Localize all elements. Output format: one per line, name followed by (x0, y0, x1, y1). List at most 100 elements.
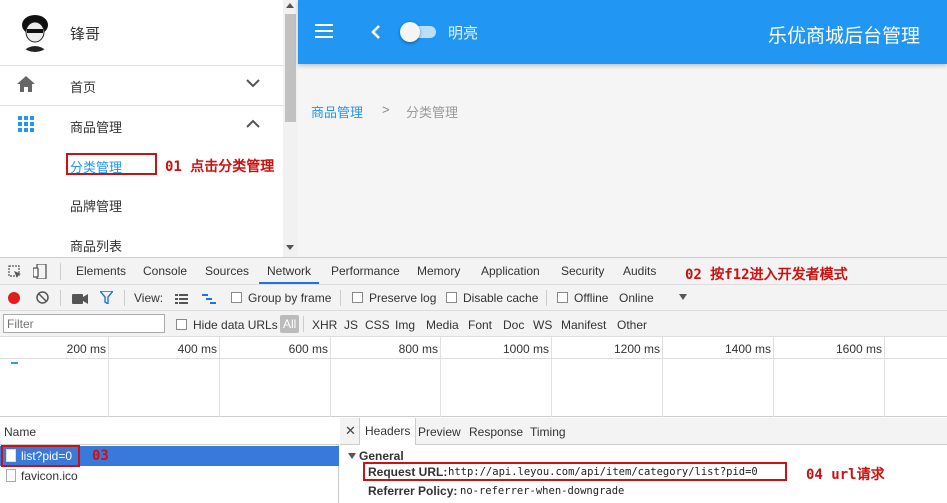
section-general[interactable]: General (359, 449, 404, 463)
breadcrumb-parent[interactable]: 商品管理 (311, 102, 363, 121)
referrer-policy-value: no-referrer-when-downgrade (460, 485, 625, 497)
filter-css[interactable]: CSS (365, 313, 390, 337)
tab-headers-label: Headers (365, 424, 411, 438)
close-icon[interactable]: ✕ (345, 423, 356, 439)
gridline (884, 337, 885, 417)
group-by-frame-label: Group by frame (248, 291, 332, 305)
gridline (773, 337, 774, 417)
gridline (662, 337, 663, 417)
dropdown-arrow-icon[interactable] (679, 294, 687, 300)
clear-icon[interactable] (36, 291, 49, 307)
request-row[interactable]: favicon.ico (0, 466, 339, 486)
tab-network[interactable]: Network (267, 258, 311, 284)
timeline-tick: 1600 ms (835, 342, 882, 356)
chevron-up-icon (246, 118, 260, 132)
tab-preview[interactable]: Preview (418, 419, 461, 445)
chevron-down-icon (246, 77, 260, 91)
filter-js[interactable]: JS (344, 313, 358, 337)
filter-other[interactable]: Other (617, 313, 647, 337)
filter-manifest[interactable]: Manifest (561, 313, 606, 337)
annotation-2: 02 按f12进入开发者模式 (685, 267, 848, 283)
tab-security[interactable]: Security (561, 258, 604, 284)
divider (340, 290, 341, 306)
divider (60, 263, 61, 280)
filter-icon[interactable] (98, 290, 115, 307)
divider (546, 290, 547, 306)
sidebar-item-home[interactable]: 首页 (0, 66, 283, 104)
active-tab-indicator (259, 282, 319, 284)
request-name: favicon.ico (21, 469, 78, 483)
tab-application[interactable]: Application (481, 258, 540, 284)
menu-icon[interactable] (315, 24, 333, 41)
collapse-triangle-icon[interactable] (348, 453, 356, 459)
filter-doc[interactable]: Doc (503, 313, 524, 337)
avatar (16, 12, 54, 52)
timeline-overview[interactable]: 200 ms 400 ms 600 ms 800 ms 1000 ms 1200… (0, 337, 947, 417)
tab-sources[interactable]: Sources (205, 258, 249, 284)
chevron-left-icon[interactable] (371, 25, 381, 42)
tab-elements[interactable]: Elements (76, 258, 126, 284)
annotation-1: 01 点击分类管理 (165, 159, 275, 175)
filter-all-button[interactable]: All (280, 315, 300, 333)
scroll-up-arrow-icon[interactable] (286, 3, 294, 8)
hide-data-urls-checkbox[interactable] (176, 319, 187, 330)
timeline-tick: 200 ms (66, 342, 106, 356)
column-name-header[interactable]: Name (4, 425, 36, 439)
request-detail: ✕ Headers Preview Response Timing Genera… (340, 418, 947, 503)
throttling-select[interactable]: Online (619, 291, 654, 305)
offline-checkbox[interactable] (557, 292, 568, 303)
tab-performance[interactable]: Performance (331, 258, 400, 284)
scrollbar-thumb[interactable] (285, 14, 296, 122)
sidebar: 锋哥 首页 商品管理 分类管理 01 点击分类管理 品牌管理 商品列表 (0, 0, 283, 257)
inspect-element-icon[interactable] (8, 265, 22, 282)
request-list: Name list?pid=0 03 favicon.ico (0, 418, 339, 503)
filter-ws[interactable]: WS (533, 313, 552, 337)
timeline-tick: 1200 ms (613, 342, 660, 356)
app-title: 乐优商城后台管理 (768, 26, 921, 47)
sidebar-item-products[interactable]: 商品管理 (0, 106, 283, 144)
tab-response[interactable]: Response (469, 419, 523, 445)
grid-apps-icon (18, 116, 34, 135)
devtools-panel: Elements Console Sources Network Perform… (0, 257, 947, 503)
sidebar-subitem-brand[interactable]: 品牌管理 (70, 196, 122, 215)
timeline-tick: 400 ms (177, 342, 217, 356)
request-bar (11, 362, 18, 364)
request-url-label: Request URL: (368, 465, 448, 479)
group-by-frame-checkbox[interactable] (231, 292, 242, 303)
scroll-down-arrow-icon[interactable] (286, 245, 294, 250)
file-icon (6, 469, 16, 482)
sidebar-item-label: 商品管理 (70, 120, 123, 135)
theme-label: 明亮 (448, 25, 479, 42)
tab-audits[interactable]: Audits (623, 258, 656, 284)
gridline (219, 337, 220, 417)
preserve-log-checkbox[interactable] (352, 292, 363, 303)
disable-cache-label: Disable cache (463, 291, 539, 305)
tab-memory[interactable]: Memory (417, 258, 460, 284)
filter-font[interactable]: Font (468, 313, 492, 337)
divider (124, 290, 125, 306)
home-icon (17, 76, 35, 95)
tab-headers[interactable]: Headers (359, 418, 417, 445)
device-toolbar-icon[interactable] (32, 263, 49, 282)
list-view-icon[interactable] (175, 293, 188, 307)
tab-timing[interactable]: Timing (530, 419, 566, 445)
request-list-header: Name (0, 418, 339, 445)
filter-input[interactable] (3, 314, 165, 333)
devtools-tabbar: Elements Console Sources Network Perform… (0, 258, 947, 285)
camera-icon[interactable] (72, 293, 88, 307)
filter-img[interactable]: Img (395, 313, 415, 337)
record-icon[interactable] (8, 292, 20, 304)
filter-xhr[interactable]: XHR (312, 313, 337, 337)
breadcrumb-current: 分类管理 (406, 105, 459, 120)
filter-media[interactable]: Media (426, 313, 459, 337)
referrer-policy-label: Referrer Policy: (368, 484, 458, 498)
sidebar-subitem-category[interactable]: 分类管理 (70, 157, 122, 176)
timeline-header (0, 337, 947, 359)
theme-toggle[interactable] (400, 22, 436, 42)
toggle-thumb (400, 22, 420, 42)
waterfall-view-icon[interactable] (202, 293, 216, 307)
sidebar-subitem-product-list[interactable]: 商品列表 (70, 236, 122, 255)
disable-cache-checkbox[interactable] (446, 292, 457, 303)
user-name: 锋哥 (70, 26, 101, 43)
tab-console[interactable]: Console (143, 258, 187, 284)
